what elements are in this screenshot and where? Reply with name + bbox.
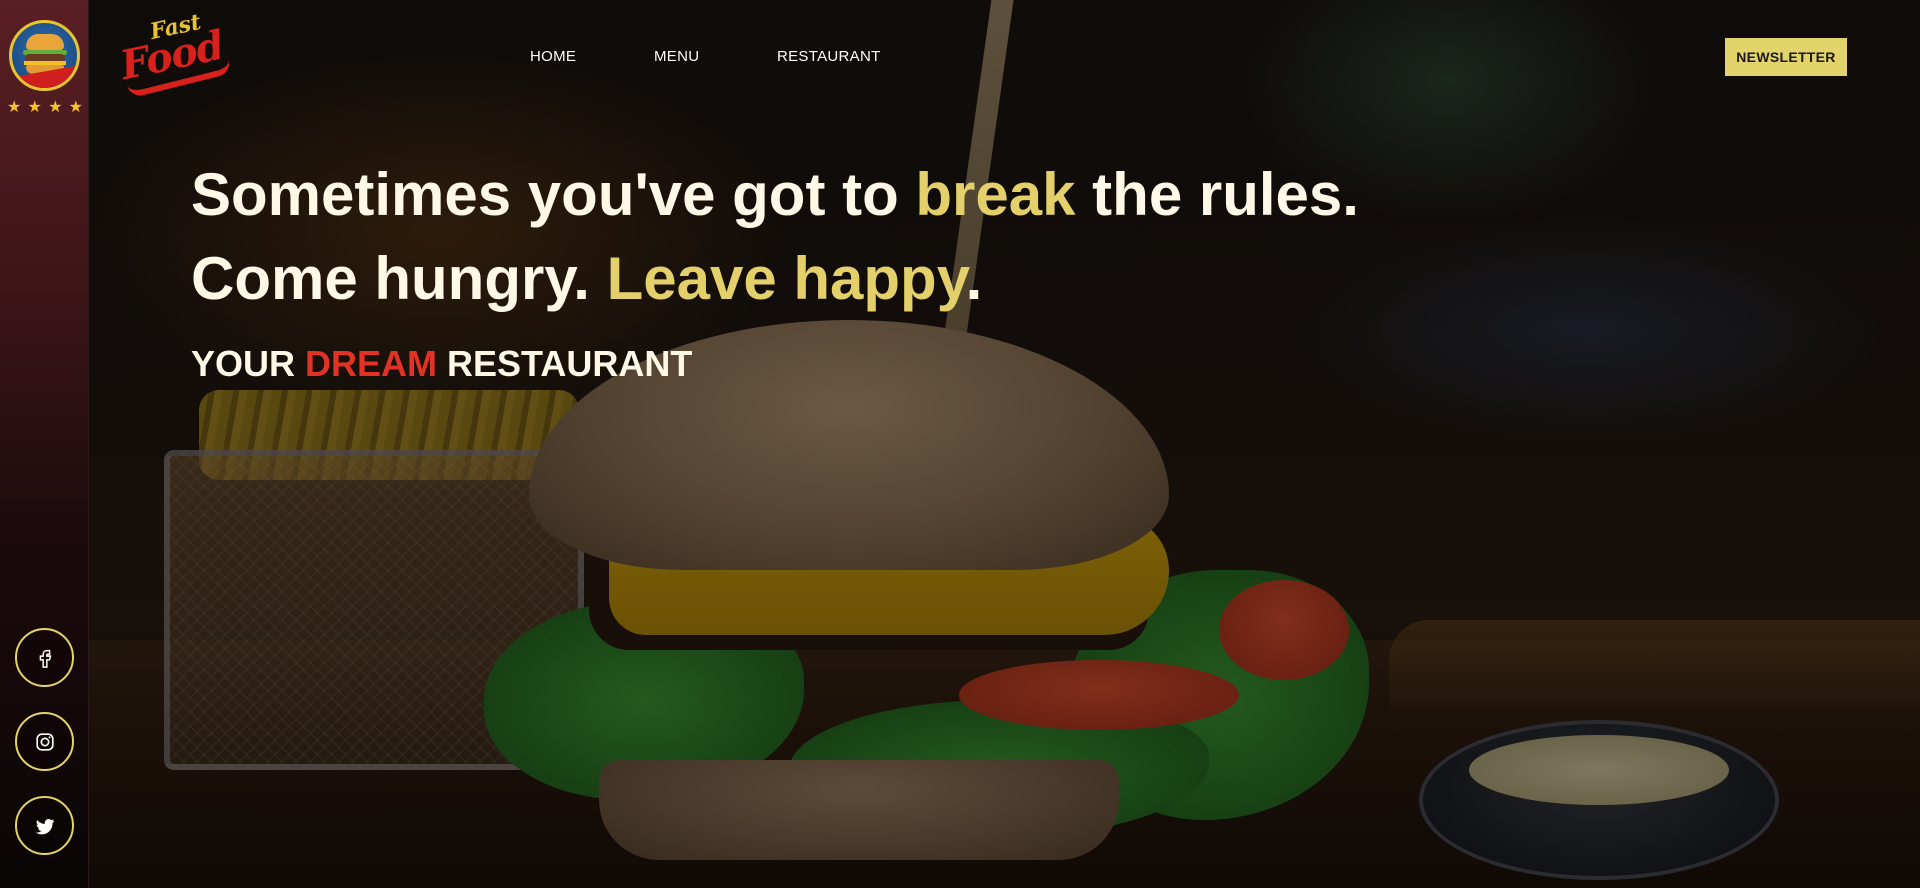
hero-headline-line1: Sometimes you've got to break the rules. [191, 161, 1359, 228]
fast-food-logo[interactable]: Fast Food [105, 9, 235, 99]
highlight-dream: DREAM [305, 343, 438, 384]
highlight-break: break [915, 161, 1076, 228]
twitter-icon [35, 818, 54, 834]
nav-home[interactable]: HOME [530, 48, 576, 65]
burger-badge-icon[interactable] [9, 20, 80, 91]
twitter-button[interactable] [15, 796, 74, 855]
rating-stars: ★ ★ ★ ★ [7, 100, 83, 116]
star-icon: ★ [68, 99, 83, 116]
dark-overlay [89, 0, 1920, 888]
star-icon: ★ [7, 99, 22, 116]
star-icon: ★ [48, 99, 63, 116]
sidebar: ★ ★ ★ ★ [0, 0, 89, 888]
hero-headline-line2: Come hungry. Leave happy. [191, 245, 983, 312]
newsletter-button[interactable]: NEWSLETTER [1725, 38, 1847, 76]
facebook-icon [39, 649, 51, 668]
instagram-button[interactable] [15, 712, 74, 771]
star-icon: ★ [27, 99, 42, 116]
hero-background [89, 0, 1920, 888]
highlight-leave-happy: Leave happy [606, 245, 966, 312]
facebook-button[interactable] [15, 628, 74, 687]
nav-restaurant[interactable]: RESTAURANT [777, 48, 881, 65]
instagram-icon [35, 732, 54, 751]
nav-menu[interactable]: MENU [654, 48, 699, 65]
hero-subheadline: YOUR DREAM RESTAURANT [191, 343, 693, 384]
